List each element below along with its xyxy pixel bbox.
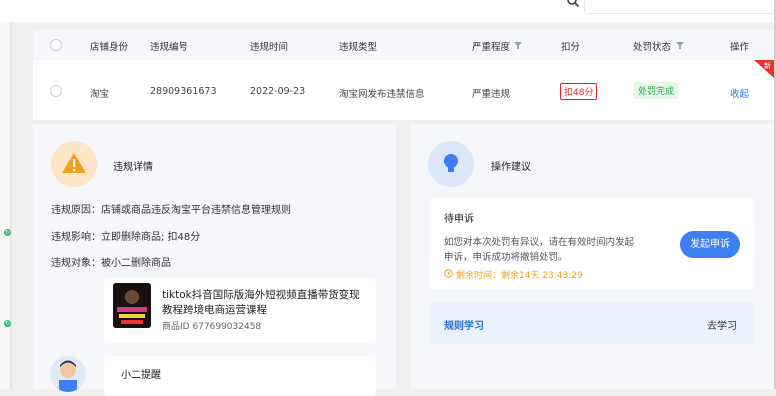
staff-avatar-icon xyxy=(59,360,77,392)
header-severity: 严重程度 xyxy=(472,42,511,53)
cell-violation-type: 淘宝网发布违禁信息 xyxy=(339,89,425,100)
header-shop-identity: 店铺身份 xyxy=(90,42,129,53)
scrollbar-track[interactable] xyxy=(10,22,12,389)
header-penalty-status: 处罚状态 xyxy=(633,42,672,53)
header-deduction: 扣分 xyxy=(561,42,581,53)
header-violation-time: 违规时间 xyxy=(250,42,289,53)
row-checkbox[interactable] xyxy=(50,85,62,97)
details-title: 违规详情 xyxy=(113,162,153,173)
advice-icon-circle xyxy=(428,141,474,187)
violation-reason: 违规原因：店铺或商品违反淘宝平台违禁信息管理规则 xyxy=(51,205,291,216)
appeal-countdown: 剩余时间：剩余14天 23:43:29 xyxy=(456,271,583,281)
violation-impact: 违规影响：立即删除商品; 扣48分 xyxy=(51,232,201,243)
header-action: 操作 xyxy=(730,42,750,53)
left-gutter xyxy=(0,22,10,389)
go-learn-link[interactable]: 去学习 xyxy=(707,317,737,332)
cell-violation-no: 28909361673 xyxy=(150,86,217,97)
deduction-badge: 扣48分 xyxy=(560,83,598,100)
warning-icon-circle xyxy=(51,141,97,187)
filter-icon[interactable] xyxy=(676,42,684,49)
appeal-desc-line1: 如您对本次处罚有异议，请在有效时间内发起 xyxy=(444,237,635,248)
product-title-line1[interactable]: tiktok抖音国际版海外短视频直播带货变现 xyxy=(162,287,360,302)
product-id: 商品ID 677699032458 xyxy=(162,322,262,332)
status-badge: 处罚完成 xyxy=(633,82,680,99)
clock-icon xyxy=(444,269,453,278)
header-violation-type: 违规类型 xyxy=(339,42,378,53)
avatar xyxy=(50,356,86,392)
collapse-link[interactable]: 收起 xyxy=(730,86,749,100)
appeal-title: 待申诉 xyxy=(444,214,474,225)
search-input[interactable] xyxy=(584,0,776,14)
status-dot-icon[interactable]: ↻ xyxy=(4,229,11,236)
status-dot-icon[interactable]: ↻ xyxy=(4,320,11,327)
advice-title: 操作建议 xyxy=(491,162,531,173)
lightbulb-icon xyxy=(444,154,458,172)
search-icon[interactable] xyxy=(566,0,580,8)
product-title-line2[interactable]: 教程跨境电商运营课程 xyxy=(162,302,267,317)
reminder-title: 小二提醒 xyxy=(121,370,161,381)
product-thumbnail[interactable] xyxy=(113,283,151,328)
appeal-button[interactable]: 发起申诉 xyxy=(680,231,740,258)
violation-target: 违规对象：被小二删除商品 xyxy=(51,258,171,269)
cell-shop-identity: 淘宝 xyxy=(90,89,110,100)
warning-icon xyxy=(62,153,86,173)
filter-icon[interactable] xyxy=(514,42,522,49)
appeal-desc-line2: 申诉，申诉成功将撤销处罚。 xyxy=(444,252,568,263)
new-corner-tag: 新 xyxy=(751,60,774,78)
header-violation-no: 违规编号 xyxy=(150,42,189,53)
select-all-checkbox[interactable] xyxy=(50,39,62,51)
cell-violation-time: 2022-09-23 xyxy=(250,86,306,97)
rules-title: 规则学习 xyxy=(444,321,484,332)
product-image-icon xyxy=(113,283,151,328)
cell-severity: 严重违规 xyxy=(472,89,511,100)
new-tag-label: 新 xyxy=(764,62,771,70)
